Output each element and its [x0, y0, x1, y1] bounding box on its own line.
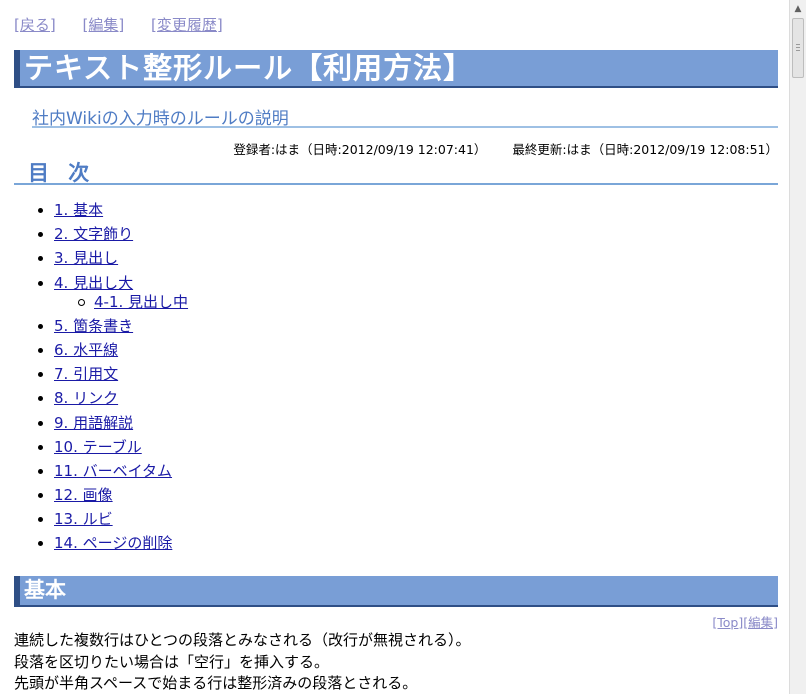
top-link[interactable]: [Top] — [712, 615, 743, 630]
page-meta: 登録者:はま（日時:2012/09/19 12:07:41） 最終更新:はま（日… — [211, 139, 778, 158]
toc-item: 5. 箇条書き — [38, 314, 188, 338]
toc-item: 6. 水平線 — [38, 338, 188, 362]
back-link[interactable]: [戻る] — [14, 16, 56, 34]
page-title: テキスト整形ルール【利用方法】 — [14, 50, 778, 88]
disc-bullet-icon — [38, 517, 43, 523]
disc-bullet-icon — [38, 420, 43, 426]
disc-bullet-icon — [38, 493, 43, 499]
disc-bullet-icon — [38, 372, 43, 378]
toc-subitem: 4-1. 見出し中 — [38, 292, 188, 314]
disc-bullet-icon — [38, 541, 43, 547]
section-heading-basic: 基本 — [14, 576, 778, 607]
scroll-thumb[interactable] — [792, 18, 804, 78]
disc-bullet-icon — [38, 396, 43, 402]
body-line: 段落を区切りたい場合は「空行」を挿入する。 — [14, 652, 330, 671]
section-body: 連続した複数行はひとつの段落とみなされる（改行が無視される）。 段落を区切りたい… — [14, 630, 470, 695]
toc-link[interactable]: 8. リンク — [54, 389, 118, 407]
scroll-up-arrow-icon[interactable]: ▲ — [790, 0, 806, 17]
disc-bullet-icon — [38, 232, 43, 238]
toc-item: 1. 基本 — [38, 198, 188, 222]
disc-bullet-icon — [38, 347, 43, 353]
page-subtitle: 社内Wikiの入力時のルールの説明 — [32, 104, 778, 129]
toc-item: 7. 引用文 — [38, 362, 188, 386]
toc-link[interactable]: 14. ページの削除 — [54, 534, 172, 552]
disc-bullet-icon — [38, 280, 43, 286]
table-of-contents: 1. 基本 2. 文字飾り 3. 見出し 4. 見出し大 4-1. 見出し中 5. 箇条書… — [38, 198, 188, 556]
disc-bullet-icon — [38, 468, 43, 474]
toc-link[interactable]: 2. 文字飾り — [54, 225, 133, 243]
toc-item: 13. ルビ — [38, 507, 188, 531]
history-link[interactable]: [変更履歴] — [151, 16, 223, 34]
toc-item: 9. 用語解説 — [38, 411, 188, 435]
body-line: 先頭が半角スペースで始まる行は整形済みの段落とされる。 — [14, 674, 418, 692]
disc-bullet-icon — [38, 256, 43, 262]
toc-link[interactable]: 12. 画像 — [54, 486, 113, 504]
section-edit-link[interactable]: [編集] — [743, 615, 778, 630]
toc-link[interactable]: 13. ルビ — [54, 510, 113, 528]
disc-bullet-icon — [38, 444, 43, 450]
toc-item: 10. テーブル — [38, 435, 188, 459]
toc-link[interactable]: 10. テーブル — [54, 438, 142, 456]
toc-item: 12. 画像 — [38, 483, 188, 507]
section-links: [Top][編集] — [712, 612, 778, 631]
disc-bullet-icon — [38, 208, 43, 213]
toc-item: 8. リンク — [38, 386, 188, 410]
toc-item: 3. 見出し — [38, 246, 188, 270]
toc-link[interactable]: 4-1. 見出し中 — [94, 293, 188, 311]
edit-link[interactable]: [編集] — [83, 16, 125, 34]
toc-item: 14. ページの削除 — [38, 531, 188, 555]
toc-link[interactable]: 3. 見出し — [54, 249, 118, 267]
disc-bullet-icon — [38, 323, 43, 329]
toc-item: 2. 文字飾り — [38, 222, 188, 246]
circle-bullet-icon — [78, 298, 85, 306]
toc-link[interactable]: 7. 引用文 — [54, 365, 118, 383]
toc-heading: 目 次 — [14, 157, 778, 185]
toc-link[interactable]: 6. 水平線 — [54, 341, 118, 359]
toc-link[interactable]: 1. 基本 — [54, 201, 103, 219]
toc-link[interactable]: 4. 見出し大 — [54, 274, 133, 292]
vertical-scrollbar[interactable]: ▲ — [789, 0, 806, 694]
updated-info: 最終更新:はま（日時:2012/09/19 12:08:51） — [512, 142, 778, 157]
toc-item: 11. バーベイタム — [38, 459, 188, 483]
top-navigation: [戻る] [編集] [変更履歴] — [14, 14, 245, 35]
registered-info: 登録者:はま（日時:2012/09/19 12:07:41） — [233, 142, 487, 157]
toc-link[interactable]: 9. 用語解説 — [54, 414, 133, 432]
body-line: 連続した複数行はひとつの段落とみなされる（改行が無視される）。 — [14, 631, 471, 649]
toc-link[interactable]: 11. バーベイタム — [54, 462, 172, 480]
toc-link[interactable]: 5. 箇条書き — [54, 317, 133, 335]
